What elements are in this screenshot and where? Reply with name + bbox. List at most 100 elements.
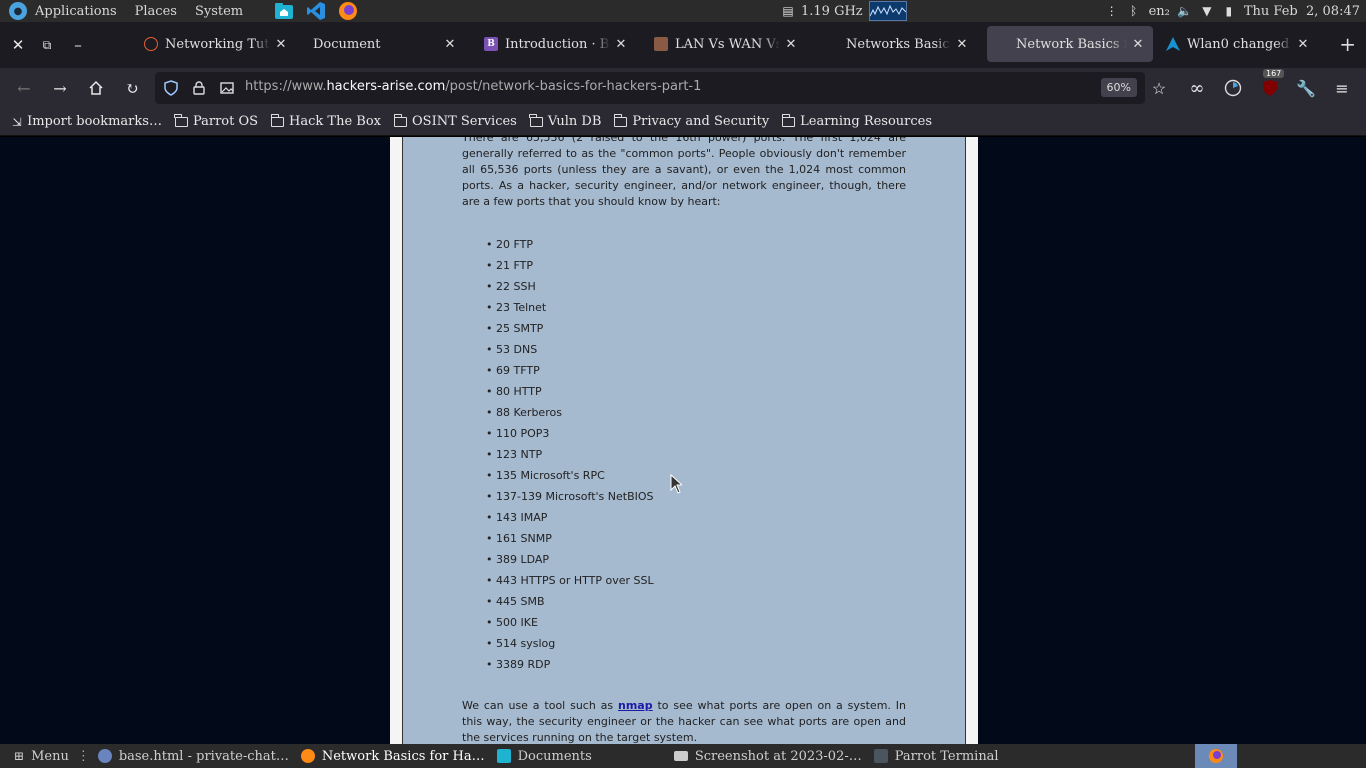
firefox-launcher-icon[interactable] (337, 0, 359, 22)
list-item: 20 FTP (486, 236, 654, 257)
taskbar-item-base-html[interactable]: base.html - private-chat… (92, 744, 295, 768)
places-menu[interactable]: Places (135, 4, 177, 19)
start-menu-button[interactable]: ⊞ Menu (0, 744, 75, 768)
list-item: 23 Telnet (486, 299, 654, 320)
bluetooth-icon[interactable]: ᛒ (1127, 4, 1141, 18)
tab-lan-wan[interactable]: LAN Vs WAN Vs MAN ✕ (646, 26, 806, 62)
url-text[interactable]: https://www.hackers-arise.com/post/netwo… (245, 79, 701, 94)
mouse-cursor-icon (670, 474, 682, 494)
workspace-firefox-icon[interactable] (1195, 744, 1237, 768)
files-launcher-icon[interactable] (273, 0, 295, 22)
cpu-graph (868, 1, 907, 21)
bookmark-star-icon[interactable]: ☆ (1148, 77, 1170, 99)
list-item: 21 FTP (486, 257, 654, 278)
firefox-icon (300, 749, 315, 763)
wrench-icon[interactable]: 🔧 (1295, 77, 1317, 99)
bookmark-folder-vuln-db[interactable]: Vuln DB (529, 113, 601, 129)
article-outro-paragraph: We can use a tool such as nmap to see wh… (462, 699, 906, 744)
bookmark-folder-hack-the-box[interactable]: Hack The Box (270, 113, 381, 129)
grid-icon: ⊞ (14, 749, 25, 763)
close-window-icon[interactable]: ✕ (3, 22, 33, 68)
taskbar-item-screenshot[interactable]: Screenshot at 2023-02-… (668, 744, 868, 768)
ublock-icon[interactable]: 167 (1259, 69, 1285, 99)
list-item: 137-139 Microsoft's NetBIOS (486, 488, 654, 509)
tab-close-icon[interactable]: ✕ (443, 37, 457, 52)
bookmarks-toolbar: ⇲ Import bookmarks… Parrot OS Hack The B… (0, 108, 1366, 136)
url-bar[interactable]: https://www.hackers-arise.com/post/netwo… (155, 72, 1145, 104)
list-item: 88 Kerberos (486, 404, 654, 425)
taskbar-separator: ⋮ (76, 748, 90, 764)
parrot-logo-icon[interactable]: ● (9, 2, 27, 20)
tab-network-basics-active[interactable]: Network Basics for Hackers ✕ (987, 26, 1153, 62)
tab-close-icon[interactable]: ✕ (955, 37, 969, 52)
chat-app-icon (97, 749, 112, 763)
bottom-taskbar: ⊞ Menu ⋮ base.html - private-chat… Netwo… (0, 744, 1366, 768)
list-item: 161 SNMP (486, 530, 654, 551)
tab-close-icon[interactable]: ✕ (614, 37, 628, 52)
web-content[interactable]: There are 65,536 (2 raised to the 16th p… (0, 137, 1366, 744)
tab-close-icon[interactable]: ✕ (1131, 37, 1145, 52)
back-icon[interactable]: ← (13, 77, 35, 99)
tab-networking-tutorials[interactable]: Networking Tutorials ✕ (136, 26, 296, 62)
timer-extension-icon[interactable] (1222, 77, 1244, 99)
reload-icon[interactable]: ↻ (121, 77, 143, 99)
hamburger-menu-icon[interactable]: ≡ (1331, 77, 1353, 99)
article-intro-paragraph: There are 65,536 (2 raised to the 16th p… (462, 137, 906, 208)
system-tray: ⋮ ᛒ en₂ 🔈 ▼ ▮ Thu Feb 2, 08:47 (1105, 0, 1360, 22)
bookmark-folder-parrot-os[interactable]: Parrot OS (174, 113, 258, 129)
image-icon (673, 751, 688, 761)
keyboard-layout[interactable]: en₂ (1149, 4, 1170, 19)
clock[interactable]: Thu Feb 2, 08:47 (1244, 4, 1360, 19)
taskbar-item-firefox[interactable]: Network Basics for Ha… (295, 744, 491, 768)
tab-strip: ✕ ⧉ – Networking Tutorials ✕ Document ✕ … (0, 22, 1366, 68)
tab-document[interactable]: Document ✕ (305, 26, 465, 62)
system-menu[interactable]: System (195, 4, 243, 19)
tab-networks-basics[interactable]: Networks Basics for Hackers ✕ (817, 26, 977, 62)
wifi-icon[interactable]: ▼ (1200, 4, 1214, 18)
taskbar-item-documents[interactable]: Documents (491, 744, 598, 768)
ublock-count-badge: 167 (1263, 69, 1285, 78)
page-image-icon[interactable] (219, 80, 235, 96)
tab-close-icon[interactable]: ✕ (274, 37, 288, 52)
list-item: 135 Microsoft's RPC (486, 467, 654, 488)
tab-close-icon[interactable]: ✕ (784, 37, 798, 52)
nmap-link[interactable]: nmap (618, 699, 653, 712)
cpu-frequency: 1.19 GHz (801, 3, 863, 19)
folder-icon (613, 113, 628, 127)
folder-icon (270, 113, 285, 127)
list-item: 500 IKE (486, 614, 654, 635)
lock-icon[interactable] (191, 80, 207, 96)
more-icon[interactable]: ⋮ (1105, 4, 1119, 18)
list-item: 110 POP3 (486, 425, 654, 446)
new-tab-button[interactable]: + (1339, 34, 1356, 54)
taskbar-item-terminal[interactable]: Parrot Terminal (868, 744, 1005, 768)
mask-extension-icon[interactable]: ∞ (1186, 77, 1208, 99)
forward-icon[interactable]: → (49, 77, 71, 99)
bookmark-folder-learning[interactable]: Learning Resources (781, 113, 932, 129)
zoom-indicator[interactable]: 60% (1100, 78, 1137, 97)
restore-window-icon[interactable]: ⧉ (32, 22, 62, 68)
list-item: 445 SMB (486, 593, 654, 614)
volume-icon[interactable]: 🔈 (1177, 4, 1192, 18)
vscode-launcher-icon[interactable] (305, 0, 327, 22)
minimize-window-icon[interactable]: – (63, 22, 93, 68)
bookmark-import[interactable]: ⇲ Import bookmarks… (12, 114, 162, 129)
list-item: 123 NTP (486, 446, 654, 467)
tab-bootstrap[interactable]: B Introduction · Bootstrap ✕ (476, 26, 636, 62)
tab-close-icon[interactable]: ✕ (1296, 37, 1310, 52)
list-item: 53 DNS (486, 341, 654, 362)
list-item: 443 HTTPS or HTTP over SSL (486, 572, 654, 593)
cpu-monitor: ▤ 1.19 GHz (781, 0, 907, 22)
battery-icon[interactable]: ▮ (1222, 4, 1236, 18)
home-icon[interactable] (85, 77, 107, 99)
spinner-icon (144, 37, 158, 51)
bookmark-folder-osint[interactable]: OSINT Services (393, 113, 517, 129)
folder-icon (781, 113, 796, 127)
applications-menu[interactable]: Applications (35, 4, 117, 19)
list-item: 389 LDAP (486, 551, 654, 572)
list-item: 69 TFTP (486, 362, 654, 383)
bookmark-folder-privacy[interactable]: Privacy and Security (613, 113, 769, 129)
tab-wlan0[interactable]: Wlan0 changed to wlp ✕ (1158, 26, 1318, 62)
list-item: 22 SSH (486, 278, 654, 299)
shield-icon[interactable] (163, 80, 179, 96)
